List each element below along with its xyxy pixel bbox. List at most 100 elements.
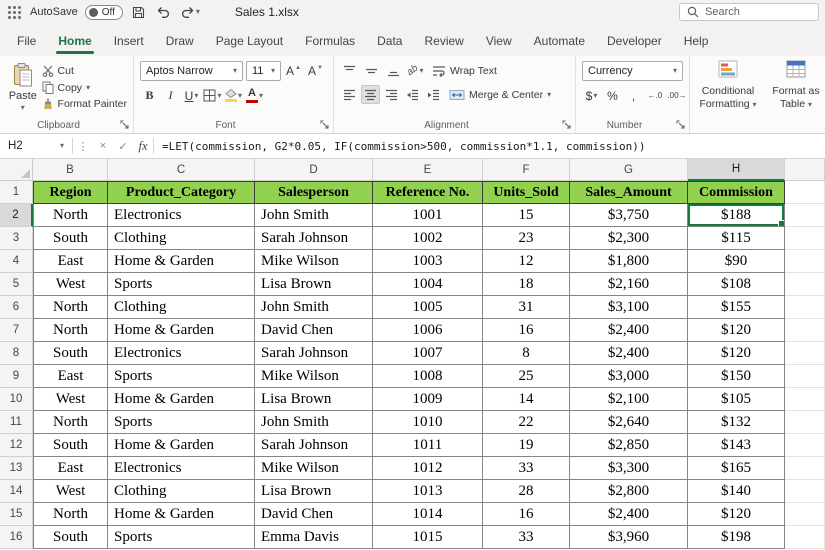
save-button[interactable] (130, 6, 147, 19)
cell-E13[interactable]: 1012 (373, 457, 483, 480)
row-header-7[interactable]: 7 (0, 319, 33, 342)
cell-H9[interactable]: $150 (688, 365, 785, 388)
clipboard-dialog-launcher-icon[interactable] (120, 120, 129, 129)
cell-E4[interactable]: 1003 (373, 250, 483, 273)
row-header-13[interactable]: 13 (0, 457, 33, 480)
select-all-corner[interactable] (0, 159, 33, 181)
cell-F2[interactable]: 15 (483, 204, 570, 227)
cell-G3[interactable]: $2,300 (570, 227, 688, 250)
column-header-G[interactable]: G (570, 159, 688, 181)
cell-empty-14[interactable] (785, 480, 825, 503)
column-header-E[interactable]: E (373, 159, 483, 181)
cell-B10[interactable]: West (33, 388, 108, 411)
cell-empty-6[interactable] (785, 296, 825, 319)
ribbon-tab-insert[interactable]: Insert (103, 28, 155, 56)
cell-D10[interactable]: Lisa Brown (255, 388, 373, 411)
font-name-select[interactable]: Aptos Narrow ▾ (140, 61, 243, 81)
row-header-14[interactable]: 14 (0, 480, 33, 503)
font-size-select[interactable]: 11 ▾ (246, 61, 281, 81)
cell-D9[interactable]: Mike Wilson (255, 365, 373, 388)
cell-G13[interactable]: $3,300 (570, 457, 688, 480)
center-align-button[interactable] (361, 85, 380, 104)
cell-B14[interactable]: West (33, 480, 108, 503)
cell-D3[interactable]: Sarah Johnson (255, 227, 373, 250)
cell-C9[interactable]: Sports (108, 365, 255, 388)
column-header-H[interactable]: H (688, 159, 785, 181)
row-header-3[interactable]: 3 (0, 227, 33, 250)
cell-C7[interactable]: Home & Garden (108, 319, 255, 342)
cell-H11[interactable]: $132 (688, 411, 785, 434)
decrease-font-size-button[interactable]: A▼ (306, 62, 325, 81)
font-dialog-launcher-icon[interactable] (320, 120, 329, 129)
cell-H2[interactable]: $188 (688, 204, 785, 227)
middle-align-button[interactable] (362, 61, 381, 80)
ribbon-tab-data[interactable]: Data (366, 28, 413, 56)
row-header-1[interactable]: 1 (0, 181, 33, 204)
cell-D12[interactable]: Sarah Johnson (255, 434, 373, 457)
ribbon-tab-view[interactable]: View (475, 28, 523, 56)
cell-B1[interactable]: Region (33, 181, 108, 204)
redo-button[interactable]: ▾ (179, 6, 202, 18)
cell-B16[interactable]: South (33, 526, 108, 549)
cell-F10[interactable]: 14 (483, 388, 570, 411)
bold-button[interactable]: B (140, 86, 159, 105)
cell-empty-7[interactable] (785, 319, 825, 342)
cell-B6[interactable]: North (33, 296, 108, 319)
row-header-5[interactable]: 5 (0, 273, 33, 296)
undo-button[interactable] (154, 6, 172, 18)
insert-function-icon[interactable]: fx (133, 139, 153, 154)
row-header-2[interactable]: 2 (0, 204, 33, 227)
cell-G9[interactable]: $3,000 (570, 365, 688, 388)
cell-C5[interactable]: Sports (108, 273, 255, 296)
cell-E8[interactable]: 1007 (373, 342, 483, 365)
column-header-C[interactable]: C (108, 159, 255, 181)
ribbon-tab-developer[interactable]: Developer (596, 28, 673, 56)
cell-H4[interactable]: $90 (688, 250, 785, 273)
cancel-entry-icon[interactable]: × (93, 140, 113, 152)
cell-B2[interactable]: North (33, 204, 108, 227)
cell-D13[interactable]: Mike Wilson (255, 457, 373, 480)
cell-G16[interactable]: $3,960 (570, 526, 688, 549)
row-header-15[interactable]: 15 (0, 503, 33, 526)
ribbon-tab-home[interactable]: Home (47, 28, 102, 56)
cell-E6[interactable]: 1005 (373, 296, 483, 319)
row-header-10[interactable]: 10 (0, 388, 33, 411)
enter-entry-icon[interactable]: ✓ (113, 140, 133, 153)
cell-F6[interactable]: 31 (483, 296, 570, 319)
ribbon-tab-help[interactable]: Help (673, 28, 720, 56)
cell-F15[interactable]: 16 (483, 503, 570, 526)
cell-G8[interactable]: $2,400 (570, 342, 688, 365)
alignment-dialog-launcher-icon[interactable] (562, 120, 571, 129)
cell-E7[interactable]: 1006 (373, 319, 483, 342)
format-as-table-button[interactable]: Format as Table ▾ (764, 60, 825, 119)
cell-F1[interactable]: Units_Sold (483, 181, 570, 204)
cell-C16[interactable]: Sports (108, 526, 255, 549)
row-header-6[interactable]: 6 (0, 296, 33, 319)
cell-E10[interactable]: 1009 (373, 388, 483, 411)
cell-B9[interactable]: East (33, 365, 108, 388)
cell-C15[interactable]: Home & Garden (108, 503, 255, 526)
cell-D4[interactable]: Mike Wilson (255, 250, 373, 273)
app-launcher-icon[interactable] (8, 6, 21, 19)
orientation-button[interactable]: ab▾ (406, 61, 425, 80)
cell-H10[interactable]: $105 (688, 388, 785, 411)
document-title[interactable]: Sales 1.xlsx (235, 5, 299, 19)
cell-C12[interactable]: Home & Garden (108, 434, 255, 457)
formula-input[interactable]: =LET(commission, G2*0.05, IF(commission>… (154, 140, 825, 153)
cell-E14[interactable]: 1013 (373, 480, 483, 503)
fill-color-button[interactable]: ▾ (224, 86, 243, 105)
cell-C8[interactable]: Electronics (108, 342, 255, 365)
number-format-select[interactable]: Currency ▾ (582, 61, 683, 81)
cell-C11[interactable]: Sports (108, 411, 255, 434)
cell-G11[interactable]: $2,640 (570, 411, 688, 434)
increase-indent-button[interactable] (424, 85, 443, 104)
cell-B5[interactable]: West (33, 273, 108, 296)
cell-E16[interactable]: 1015 (373, 526, 483, 549)
ribbon-tab-page-layout[interactable]: Page Layout (205, 28, 294, 56)
cell-G7[interactable]: $2,400 (570, 319, 688, 342)
cell-D6[interactable]: John Smith (255, 296, 373, 319)
cell-B7[interactable]: North (33, 319, 108, 342)
more-options-icon[interactable]: ⋮ (73, 140, 93, 153)
borders-button[interactable]: ▾ (203, 86, 222, 105)
cell-F14[interactable]: 28 (483, 480, 570, 503)
